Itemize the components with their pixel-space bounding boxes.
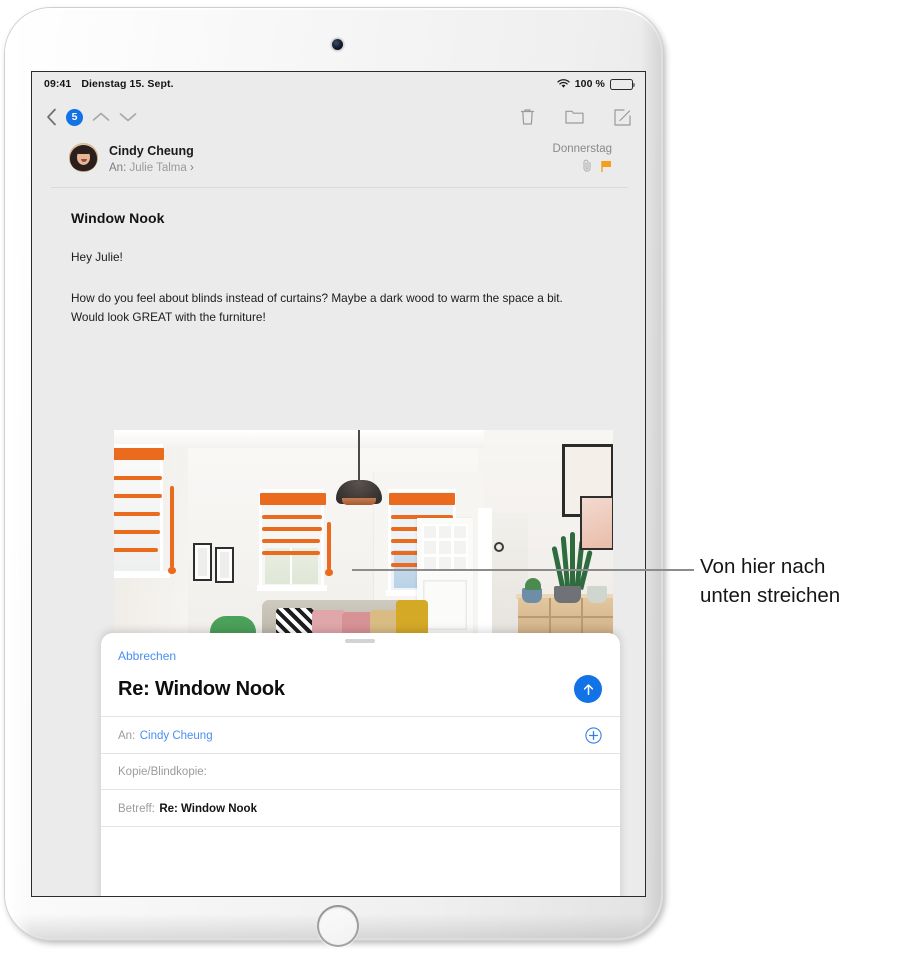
message-header-right: Donnerstag: [553, 143, 612, 177]
status-bar-left: 09:41 Dienstag 15. Sept.: [44, 78, 174, 90]
chevron-left-icon[interactable]: [46, 108, 57, 126]
send-button[interactable]: [574, 675, 602, 703]
message-greeting: Hey Julie!: [71, 250, 123, 264]
subject-field-value[interactable]: Re: Window Nook: [159, 803, 257, 815]
cc-bcc-field-row[interactable]: Kopie/Blindkopie:: [101, 753, 620, 789]
status-bar-right: 100 %: [557, 78, 636, 90]
avatar: [69, 143, 98, 172]
home-button[interactable]: [317, 905, 359, 947]
throw-mustard: [396, 600, 428, 635]
trash-icon[interactable]: [520, 108, 535, 126]
door-handle: [494, 542, 504, 552]
to-recipient: Julie Talma: [129, 161, 187, 174]
compose-cancel-row: Abbrechen: [101, 633, 620, 665]
callout-leader-line: [352, 569, 694, 571]
cushion-pink: [312, 610, 346, 635]
front-camera-icon: [332, 39, 343, 50]
unread-count-badge[interactable]: 5: [66, 108, 83, 126]
to-field-value[interactable]: Cindy Cheung: [140, 730, 213, 742]
wall-art-right: [215, 547, 234, 583]
compose-body-area[interactable]: [101, 826, 620, 896]
screenshot-root: 09:41 Dienstag 15. Sept. 100 % 5 Cindy C…: [0, 0, 923, 958]
chevron-down-icon[interactable]: [119, 111, 137, 123]
compose-title-row: Re: Window Nook: [101, 665, 620, 716]
to-field-label: An:: [118, 730, 136, 742]
wooden-dresser: [518, 598, 613, 635]
callout-line-2: unten streichen: [700, 584, 841, 608]
status-time: 09:41: [44, 78, 72, 90]
cushion-geometric: [276, 608, 314, 635]
callout-line-1: Von hier nach: [700, 555, 826, 578]
paperclip-icon: [583, 159, 592, 177]
battery-percent-label: 100 %: [574, 78, 605, 90]
to-field-row[interactable]: An: Cindy Cheung: [101, 716, 620, 753]
wall-art-left: [193, 543, 212, 581]
cc-bcc-field-label: Kopie/Blindkopie:: [118, 765, 207, 778]
blind-left-drawn: [114, 448, 164, 558]
sheet-grabber-handle[interactable]: [345, 639, 375, 643]
pendant-lamp-glow: [342, 498, 376, 505]
callout-text: Von hier nach unten streichen: [700, 552, 915, 610]
ipad-device-frame: 09:41 Dienstag 15. Sept. 100 % 5 Cindy C…: [5, 8, 663, 947]
sender-name: Cindy Cheung: [109, 144, 194, 158]
message-subject: Window Nook: [71, 210, 165, 226]
wifi-icon: [557, 79, 570, 89]
subject-field-label: Betreff:: [118, 803, 155, 815]
status-date: Dienstag 15. Sept.: [81, 78, 174, 90]
plant-pot-gray: [554, 586, 581, 603]
to-field[interactable]: An: Cindy Cheung: [118, 726, 213, 744]
send-arrow-up-icon: [583, 683, 593, 695]
add-contact-plus-icon[interactable]: [585, 726, 602, 744]
message-body: Window Nook Hey Julie! How do you feel a…: [51, 188, 628, 327]
to-label: An:: [109, 161, 127, 174]
message-header-left: Cindy Cheung An: Julie Talma ›: [69, 143, 194, 176]
ipad-screen: 09:41 Dienstag 15. Sept. 100 % 5 Cindy C…: [31, 71, 646, 897]
message-detail-card: Cindy Cheung An: Julie Talma › Donnersta…: [51, 129, 628, 896]
mail-toolbar-right: [520, 108, 631, 126]
message-photo[interactable]: [114, 430, 613, 635]
chevron-up-icon[interactable]: [92, 111, 110, 123]
flag-icon: [601, 159, 612, 177]
message-paragraph: How do you feel about blinds instead of …: [71, 291, 563, 325]
status-bar: 09:41 Dienstag 15. Sept. 100 %: [32, 72, 645, 96]
message-header-icons: [553, 159, 612, 177]
sender-block: Cindy Cheung An: Julie Talma ›: [109, 143, 194, 176]
folder-icon[interactable]: [565, 109, 584, 125]
small-plant: [525, 578, 541, 590]
battery-icon: [610, 78, 636, 90]
plant-pot-patterned: [587, 586, 607, 603]
message-date: Donnerstag: [552, 143, 612, 155]
recipient-line[interactable]: An: Julie Talma ›: [109, 160, 194, 176]
compose-sheet: Abbrechen Re: Window Nook An: Cindy Cheu…: [101, 633, 620, 896]
plant-pot-blue: [522, 588, 542, 603]
subject-field-row[interactable]: Betreff: Re: Window Nook: [101, 789, 620, 826]
wall-art-pink: [580, 496, 613, 550]
compose-icon[interactable]: [614, 108, 631, 126]
chevron-right-icon: ›: [190, 161, 194, 174]
mail-toolbar-left: 5: [46, 108, 137, 126]
blind-center-drawn: [260, 493, 326, 558]
pendant-lamp-cord: [358, 430, 360, 482]
compose-title: Re: Window Nook: [118, 677, 285, 700]
subject-field[interactable]: Betreff: Re: Window Nook: [118, 799, 257, 817]
message-header[interactable]: Cindy Cheung An: Julie Talma › Donnersta…: [51, 129, 628, 188]
cancel-button[interactable]: Abbrechen: [118, 649, 176, 663]
